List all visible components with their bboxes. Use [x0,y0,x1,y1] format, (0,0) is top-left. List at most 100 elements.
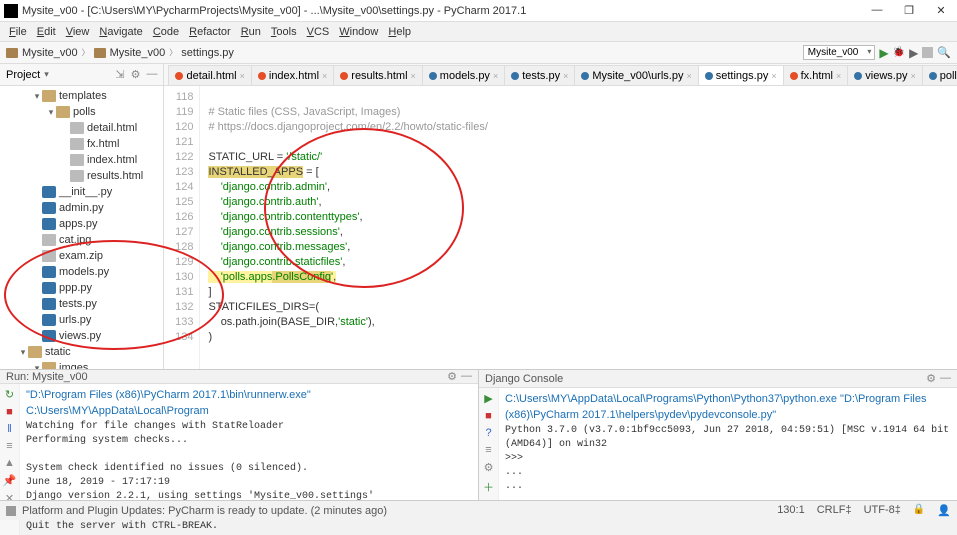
search-icon[interactable]: 🔍 [937,46,951,59]
line-gutter: 118 119 120 121 122 123 124 125 126 127 … [164,86,200,369]
run-title: Run: [6,371,29,383]
editor-tab[interactable]: tests.py× [504,65,575,85]
menu-navigate[interactable]: Navigate [94,26,147,38]
tree-item[interactable]: ▾imges [0,360,163,369]
menu-code[interactable]: Code [148,26,184,38]
menu-file[interactable]: File [4,26,32,38]
menu-refactor[interactable]: Refactor [184,26,236,38]
hide-icon[interactable]: — [940,372,951,385]
close-tab-icon[interactable]: × [836,71,841,81]
run-button[interactable]: ▶ [879,46,888,60]
settings-icon[interactable]: ⚙ [447,370,457,383]
code-text[interactable]: # Static files (CSS, JavaScript, Images)… [200,86,957,369]
hide-icon[interactable]: — [146,68,157,81]
console-toolbar: ▶ ■ ? ≡ ⚙ ＋ [479,388,499,518]
help-button[interactable]: ? [485,427,491,439]
run-with-coverage-button[interactable]: ▶ [909,46,918,60]
editor-tab[interactable]: fx.html× [783,65,849,85]
pin-button[interactable]: 📌 [3,474,17,487]
editor-tab[interactable]: index.html× [251,65,334,85]
tree-item[interactable]: ▾polls [0,104,163,120]
editor-tab[interactable]: results.html× [333,65,423,85]
close-tab-icon[interactable]: × [771,71,776,81]
settings-icon[interactable]: ⚙ [131,68,141,81]
tree-item[interactable]: exam.zip [0,248,163,264]
menu-vcs[interactable]: VCS [302,26,335,38]
status-bar: Platform and Plugin Updates: PyCharm is … [0,500,957,520]
menu-bar: FileEditViewNavigateCodeRefactorRunTools… [0,22,957,42]
menu-window[interactable]: Window [334,26,383,38]
code-editor[interactable]: 118 119 120 121 122 123 124 125 126 127 … [164,86,957,369]
breadcrumb-file[interactable]: settings.py [181,47,234,59]
menu-edit[interactable]: Edit [32,26,61,38]
breadcrumb-folder[interactable]: Mysite_v00 [110,47,166,59]
tree-item[interactable]: results.html [0,168,163,184]
tree-item[interactable]: ▾static [0,344,163,360]
editor-tab[interactable]: polls\urls.py× [922,65,957,85]
hide-icon[interactable]: — [461,370,472,383]
editor-tab[interactable]: models.py× [422,65,505,85]
folder-icon [94,48,106,58]
tree-item[interactable]: fx.html [0,136,163,152]
settings-button[interactable]: ⚙ [484,461,494,474]
pause-button[interactable]: ‖ [7,423,12,435]
run-config-selector[interactable]: Mysite_v00 [803,45,876,60]
inspector-icon[interactable]: 👤 [937,504,951,517]
run-button[interactable]: ▶ [484,392,492,405]
stop-button[interactable]: ■ [6,406,13,418]
tree-item[interactable]: views.py [0,328,163,344]
editor-tab[interactable]: detail.html× [168,65,251,85]
tree-item[interactable]: urls.py [0,312,163,328]
tree-item[interactable]: index.html [0,152,163,168]
rerun-button[interactable]: ↻ [5,388,14,401]
minimize-button[interactable]: — [865,4,889,17]
run-tool-window: Run: Mysite_v00 ⚙— ↻ ■ ‖ ≡ ▲ 📌 ✕ "D:\Pro… [0,370,479,518]
stop-button[interactable] [922,47,933,58]
close-tab-icon[interactable]: × [563,71,568,81]
history-button[interactable]: ≡ [485,444,491,456]
menu-run[interactable]: Run [236,26,266,38]
tree-item[interactable]: admin.py [0,200,163,216]
debug-button[interactable]: 🐞 [893,47,905,58]
run-config-name: Mysite_v00 [32,371,88,383]
tree-item[interactable]: cat.jpg [0,232,163,248]
collapse-icon[interactable]: ⇲ [115,68,124,81]
tree-item[interactable]: __init__.py [0,184,163,200]
close-tab-icon[interactable]: × [493,71,498,81]
lock-icon[interactable]: 🔒 [913,504,925,517]
close-tab-icon[interactable]: × [686,71,691,81]
tree-item[interactable]: ▾templates [0,88,163,104]
editor-tab[interactable]: views.py× [847,65,922,85]
dump-button[interactable]: ≡ [6,440,12,452]
editor-tab[interactable]: Mysite_v00\urls.py× [574,65,698,85]
menu-view[interactable]: View [61,26,95,38]
status-icon[interactable] [6,506,16,516]
stop-button[interactable]: ■ [485,410,492,422]
tree-item[interactable]: ppp.py [0,280,163,296]
editor-tab[interactable]: settings.py× [698,65,784,85]
up-button[interactable]: ▲ [4,457,15,469]
menu-help[interactable]: Help [383,26,416,38]
close-tab-icon[interactable]: × [910,71,915,81]
settings-icon[interactable]: ⚙ [926,372,936,385]
close-button[interactable]: ✕ [929,4,953,17]
file-encoding[interactable]: UTF-8‡ [864,504,901,517]
console-output[interactable]: C:\Users\MY\AppData\Local\Programs\Pytho… [499,388,957,518]
menu-tools[interactable]: Tools [266,26,302,38]
breadcrumb-root[interactable]: Mysite_v00 [22,47,78,59]
tree-item[interactable]: apps.py [0,216,163,232]
caret-position[interactable]: 130:1 [777,504,805,517]
tree-item[interactable]: models.py [0,264,163,280]
close-tab-icon[interactable]: × [322,71,327,81]
line-separator[interactable]: CRLF‡ [817,504,852,517]
editor-tabs: detail.html×index.html×results.html×mode… [164,64,957,86]
close-tab-icon[interactable]: × [240,71,245,81]
maximize-button[interactable]: ❐ [897,4,921,17]
new-button[interactable]: ＋ [483,479,494,495]
project-tree[interactable]: ▾templates▾pollsdetail.htmlfx.htmlindex.… [0,86,163,369]
tree-item[interactable]: tests.py [0,296,163,312]
tree-item[interactable]: detail.html [0,120,163,136]
app-icon [4,4,18,18]
chevron-right-icon: 〉 [169,47,177,58]
close-tab-icon[interactable]: × [411,71,416,81]
